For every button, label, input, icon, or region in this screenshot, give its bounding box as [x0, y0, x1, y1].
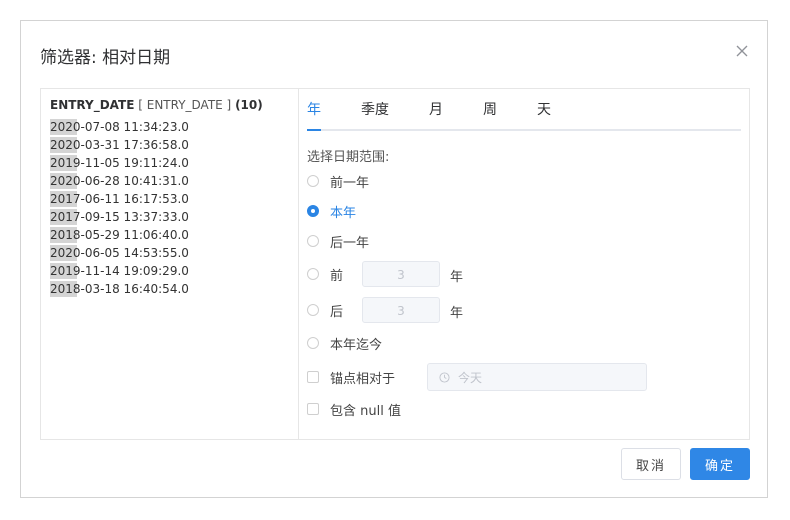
anchor-label: 锚点相对于: [330, 371, 396, 387]
list-item: 2018-05-29 11:06:40.0: [50, 227, 189, 243]
field-values-pane: ENTRY_DATE [ ENTRY_DATE ] (10) 2020-07-0…: [41, 89, 299, 439]
radio-next-year[interactable]: [307, 235, 319, 247]
list-item: 2020-03-31 17:36:58.0: [50, 137, 189, 153]
previous-n-unit: 年: [450, 270, 464, 285]
option-label: 本年: [330, 205, 357, 221]
option-this-year[interactable]: 本年: [307, 201, 356, 221]
list-item: 2017-09-15 13:37:33.0: [50, 209, 189, 225]
next-n-unit: 年: [450, 306, 464, 321]
list-item: 2020-06-05 14:53:55.0: [50, 245, 189, 261]
cancel-button[interactable]: 取消: [621, 448, 681, 480]
field-alias: [ ENTRY_DATE ]: [138, 98, 232, 112]
list-item: 2019-11-05 19:11:24.0: [50, 155, 189, 171]
radio-this-year[interactable]: [307, 205, 319, 217]
tab-quarter[interactable]: 季度: [361, 99, 389, 127]
option-label: 后: [330, 304, 344, 320]
radio-previous-year[interactable]: [307, 175, 319, 187]
relative-date-filter-dialog: 筛选器: 相对日期 ENTRY_DATE [ ENTRY_DATE ] (10)…: [20, 20, 768, 498]
clock-icon: [439, 371, 450, 383]
dialog-title: 筛选器: 相对日期: [40, 48, 171, 68]
option-next-n-years[interactable]: 后: [307, 300, 343, 320]
option-label: 后一年: [330, 235, 370, 251]
radio-previous-n-years[interactable]: [307, 268, 319, 280]
option-label: 前: [330, 268, 344, 284]
anchor-date-input[interactable]: 今天: [427, 363, 647, 391]
filter-body: ENTRY_DATE [ ENTRY_DATE ] (10) 2020-07-0…: [40, 88, 750, 440]
tab-day[interactable]: 天: [537, 99, 551, 127]
list-item: 2020-07-08 11:34:23.0: [50, 119, 189, 135]
next-n-input[interactable]: 3: [362, 297, 440, 323]
ok-button[interactable]: 确定: [690, 448, 750, 480]
field-header: ENTRY_DATE [ ENTRY_DATE ] (10): [50, 98, 263, 112]
period-tabs: 年 季度 月 周 天: [307, 99, 741, 131]
option-next-year[interactable]: 后一年: [307, 231, 369, 251]
include-null-checkbox[interactable]: [307, 403, 319, 415]
radio-next-n-years[interactable]: [307, 304, 319, 316]
range-label: 选择日期范围:: [307, 150, 390, 165]
tab-month[interactable]: 月: [429, 99, 443, 127]
tab-week[interactable]: 周: [483, 99, 497, 127]
radio-year-to-date[interactable]: [307, 337, 319, 349]
tab-year[interactable]: 年: [307, 99, 321, 127]
include-null-label: 包含 null 值: [330, 403, 401, 419]
option-year-to-date[interactable]: 本年迄今: [307, 333, 382, 353]
field-count: (10): [235, 98, 263, 112]
option-previous-year[interactable]: 前一年: [307, 171, 369, 191]
anchor-placeholder: 今天: [458, 370, 483, 385]
option-label: 前一年: [330, 175, 370, 191]
value-list: 2020-07-08 11:34:23.0 2020-03-31 17:36:5…: [50, 118, 189, 298]
list-item: 2017-06-11 16:17:53.0: [50, 191, 189, 207]
previous-n-input[interactable]: 3: [362, 261, 440, 287]
list-item: 2020-06-28 10:41:31.0: [50, 173, 189, 189]
field-name: ENTRY_DATE: [50, 98, 135, 112]
anchor-checkbox[interactable]: [307, 371, 319, 383]
list-item: 2019-11-14 19:09:29.0: [50, 263, 189, 279]
date-range-pane: 年 季度 月 周 天 选择日期范围: 前一年 本年 后一年 前 3 年 后 3 …: [299, 89, 749, 439]
list-item: 2018-03-18 16:40:54.0: [50, 281, 189, 297]
close-icon[interactable]: [734, 43, 750, 59]
anchor-relative-option[interactable]: 锚点相对于: [307, 367, 395, 387]
option-label: 本年迄今: [330, 337, 383, 353]
include-null-option[interactable]: 包含 null 值: [307, 399, 401, 419]
option-previous-n-years[interactable]: 前: [307, 264, 343, 284]
active-tab-indicator: [307, 129, 321, 131]
